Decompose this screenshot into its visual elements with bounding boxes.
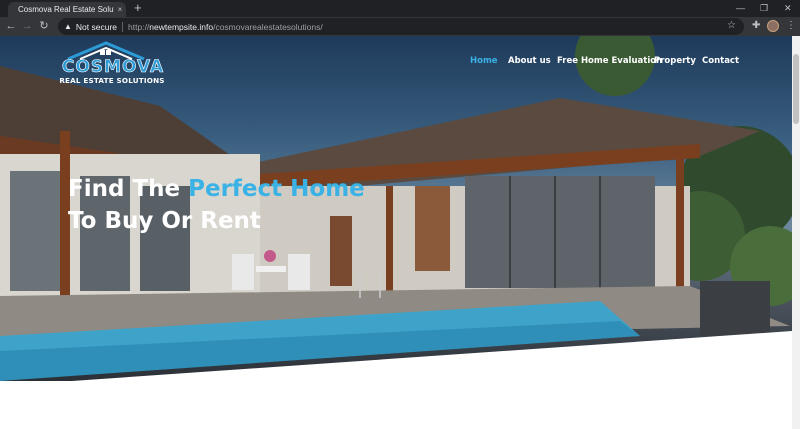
close-tab-icon[interactable]: × (114, 5, 126, 14)
logo-wordmark: COSMOVA (61, 57, 165, 78)
hero-headline-line2: To Buy Or Rent (68, 208, 261, 234)
new-tab-button[interactable]: + (134, 1, 142, 15)
extensions-icon[interactable]: ✚ (752, 20, 760, 32)
site-logo[interactable]: COSMOVA REAL ESTATE SOLUTIONS (56, 40, 168, 88)
close-window-button[interactable]: ✕ (784, 2, 792, 14)
minimize-button[interactable]: — (736, 2, 745, 14)
security-label[interactable]: Not secure (76, 22, 117, 32)
maximize-button[interactable]: ❐ (760, 2, 768, 14)
nav-free-home-evaluation[interactable]: Free Home Evaluation (557, 56, 662, 66)
url-scheme: http:// (128, 21, 150, 32)
tab-title: Cosmova Real Estate Solutions (18, 5, 114, 14)
headline-accent: Perfect Home (188, 176, 365, 202)
warning-icon[interactable]: ▲ (64, 22, 72, 31)
scrollbar-thumb[interactable] (793, 54, 799, 124)
page-viewport: COSMOVA REAL ESTATE SOLUTIONS Home About… (0, 36, 792, 429)
forward-arrow-icon[interactable]: → (20, 19, 34, 33)
star-icon[interactable]: ☆ (727, 20, 736, 31)
browser-toolbar: ← → ↻ ▲ Not secure http:// newtempsite.i… (0, 17, 800, 36)
logo-tagline: REAL ESTATE SOLUTIONS (59, 76, 165, 85)
page-scrollbar[interactable] (792, 36, 800, 429)
tab-strip: Cosmova Real Estate Solutions × + — ❐ ✕ (0, 0, 800, 17)
nav-about-us[interactable]: About us (508, 56, 551, 66)
headline-prefix: Find The (68, 176, 189, 202)
hero-divider (72, 331, 792, 381)
url-host: newtempsite.info (149, 21, 214, 32)
address-bar[interactable]: ▲ Not secure http:// newtempsite.info /c… (58, 18, 744, 35)
nav-property[interactable]: Property (654, 56, 696, 66)
url-path: /cosmovarealestatesolutions/ (213, 21, 323, 32)
profile-avatar[interactable] (767, 20, 779, 32)
nav-home[interactable]: Home (470, 56, 498, 66)
nav-contact[interactable]: Contact (702, 56, 739, 66)
back-arrow-icon[interactable]: ← (4, 19, 18, 33)
divider (122, 21, 124, 32)
hero-section: COSMOVA REAL ESTATE SOLUTIONS Home About… (0, 36, 792, 381)
hero-headline-line1: Find The Perfect Home (68, 176, 365, 202)
browser-tab[interactable]: Cosmova Real Estate Solutions × (8, 2, 126, 17)
menu-kebab-icon[interactable]: ⋮ (786, 20, 796, 32)
reload-icon[interactable]: ↻ (37, 19, 51, 33)
